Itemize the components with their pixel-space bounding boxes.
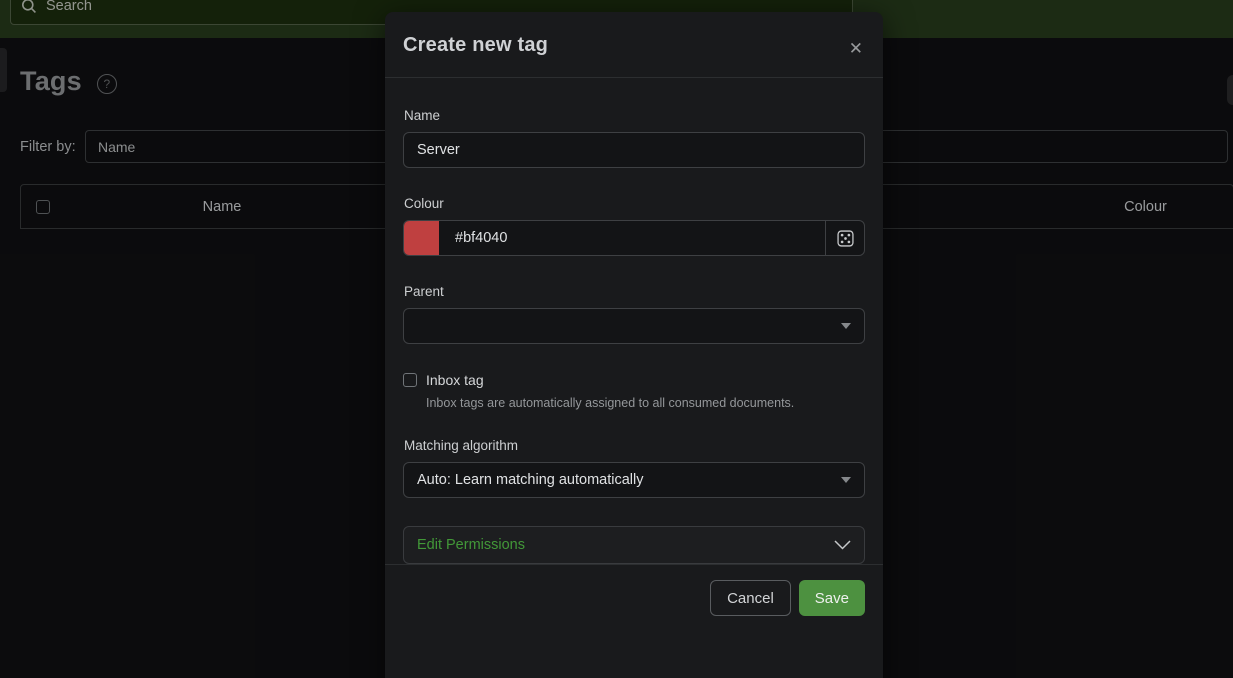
tag-name-input[interactable] [403, 132, 865, 168]
dice-icon [837, 230, 854, 247]
matching-field-group: Matching algorithm Auto: Learn matching … [403, 438, 865, 498]
colour-label: Colour [404, 196, 865, 211]
inbox-field-group: Inbox tag Inbox tags are automatically a… [403, 372, 865, 410]
colour-swatch[interactable] [404, 221, 439, 255]
matching-algorithm-label: Matching algorithm [404, 438, 865, 453]
matching-algorithm-select[interactable]: Auto: Learn matching automatically [403, 462, 865, 498]
random-colour-button[interactable] [825, 221, 864, 255]
chevron-down-icon [834, 540, 851, 550]
cancel-button[interactable]: Cancel [710, 580, 791, 616]
modal-title: Create new tag [403, 34, 548, 57]
inbox-tag-label[interactable]: Inbox tag [426, 372, 484, 388]
name-field-group: Name [403, 108, 865, 168]
inbox-tag-hint: Inbox tags are automatically assigned to… [426, 396, 865, 410]
colour-hex-input[interactable] [439, 221, 825, 255]
parent-select[interactable] [403, 308, 865, 344]
chevron-down-icon [841, 477, 851, 483]
edit-permissions-label: Edit Permissions [417, 537, 525, 553]
save-button[interactable]: Save [799, 580, 865, 616]
app-window: Tags ? Filter by: Name Colour Create new… [0, 0, 1233, 678]
edit-permissions-toggle[interactable]: Edit Permissions [403, 526, 865, 564]
matching-algorithm-value: Auto: Learn matching automatically [417, 472, 644, 488]
inbox-tag-checkbox[interactable] [403, 373, 417, 387]
close-icon[interactable]: ✕ [847, 36, 865, 61]
parent-field-group: Parent [403, 284, 865, 344]
parent-label: Parent [404, 284, 865, 299]
name-label: Name [404, 108, 865, 123]
colour-field-group: Colour [403, 196, 865, 256]
create-tag-modal: Create new tag ✕ Name Colour [385, 12, 883, 678]
chevron-down-icon [841, 323, 851, 329]
